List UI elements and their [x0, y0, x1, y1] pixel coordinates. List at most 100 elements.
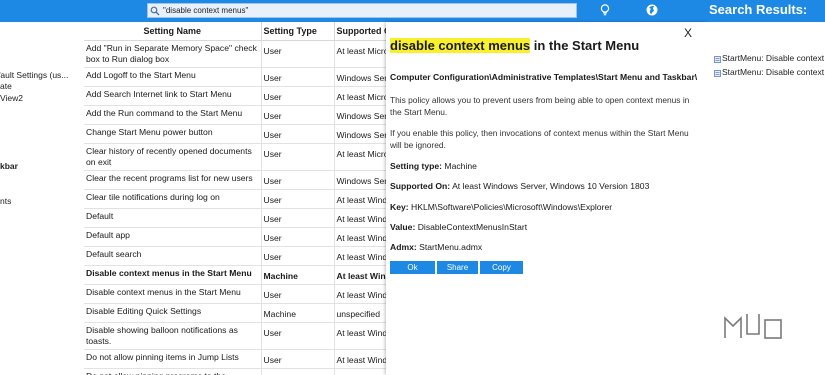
search-results-title: Search Results: [709, 2, 808, 17]
search-result-item[interactable]: StartMenu: Disable context [714, 67, 824, 77]
admx-value: StartMenu.admx [416, 242, 483, 252]
setting-name-cell: Change Start Menu power button [84, 124, 262, 144]
tree-item[interactable]: fault Settings (us... [0, 70, 68, 80]
tree-item[interactable]: ate [0, 81, 12, 91]
tree-item[interactable]: View2 [0, 93, 23, 103]
setting-type-cell: User [261, 86, 335, 106]
supported-on-cell: Windows Ser 2000 [334, 67, 386, 87]
tree-item[interactable]: nts [0, 196, 11, 206]
setting-name-cell: Clear history of recently opened documen… [84, 143, 262, 171]
table-row[interactable]: Disable context menus in the Start Menu U… [84, 284, 386, 304]
ok-button[interactable]: Ok [390, 261, 435, 274]
table-row[interactable]: Add Search Internet link to Start Menu Us… [84, 86, 386, 106]
supported-on-cell: At least Wind [334, 349, 386, 369]
setting-name-cell: Add "Run in Separate Memory Space" check… [84, 40, 262, 68]
policy-details-panel: X disable context menus in the Start Men… [386, 22, 708, 375]
setting-name-cell: Clear tile notifications during log on [84, 189, 262, 209]
setting-name-cell: Disable Editing Quick Settings [84, 303, 262, 323]
setting-name-cell: Disable context menus in the Start Menu [84, 265, 262, 285]
setting-type-cell: User [261, 227, 335, 247]
table-row[interactable]: Disable Editing Quick Settings Machine uns… [84, 303, 386, 323]
supported-on: Supported On: At least Windows Server, W… [390, 181, 649, 191]
setting-name-cell: Do not allow pinning programs to the [84, 368, 262, 375]
registry-value: Value: DisableContextMenusInStart [390, 222, 527, 232]
table-row[interactable]: Do not allow pinning programs to the [84, 368, 386, 375]
table-row[interactable]: Clear the recent programs list for new u… [84, 170, 386, 190]
supported-on-cell: At least Wind [334, 189, 386, 209]
supported-on-cell: At least Micro [334, 143, 386, 171]
table-row[interactable]: Default User At least Wind [84, 208, 386, 228]
supported-on-cell: unspecified [334, 303, 386, 323]
supported-on-value: At least Windows Server, Windows 10 Vers… [450, 181, 650, 191]
setting-type-cell: Machine [261, 265, 335, 285]
supported-on-cell: Windows Ser [334, 170, 386, 190]
setting-type-cell: User [261, 189, 335, 209]
supported-on-cell: At least Micro [334, 86, 386, 106]
policy-enable-description: If you enable this policy, then invocati… [390, 128, 689, 150]
registry-key: Key: HKLM\Software\Policies\Microsoft\Wi… [390, 202, 612, 212]
table-row[interactable]: Change Start Menu power button User Window… [84, 124, 386, 144]
globe-icon[interactable] [645, 3, 659, 17]
setting-name-cell: Add Search Internet link to Start Menu [84, 86, 262, 106]
registry-value-value: DisableContextMenusInStart [415, 222, 528, 232]
setting-name-cell: Do not allow pinning items in Jump Lists [84, 349, 262, 369]
setting-name-cell: Default search [84, 246, 262, 266]
supported-on-cell: At least Wind [334, 227, 386, 247]
policy-description: This policy allows you to prevent users … [390, 95, 690, 117]
setting-type-cell: User [261, 67, 335, 87]
table-row[interactable]: Default search User At least Wind [84, 246, 386, 266]
column-header-setting-name[interactable]: Setting Name [84, 22, 262, 41]
share-button[interactable]: Share [437, 261, 478, 274]
supported-on-cell: At least Wind [334, 208, 386, 228]
setting-name-cell: Default app [84, 227, 262, 247]
admx-file: Admx: StartMenu.admx [390, 242, 482, 252]
setting-name-cell: Clear the recent programs list for new u… [84, 170, 262, 190]
tree-item-selected[interactable]: kbar [0, 161, 18, 171]
table-row[interactable]: Disable showing balloon notifications as… [84, 322, 386, 350]
table-row[interactable]: Clear tile notifications during log on Us… [84, 189, 386, 209]
setting-type: Setting type: Machine [390, 161, 477, 171]
setting-name-cell: Add Logoff to the Start Menu [84, 67, 262, 87]
supported-on-cell: At least Wind [334, 322, 386, 350]
supported-on-cell: Windows Ser [334, 124, 386, 144]
close-icon[interactable]: X [684, 26, 692, 40]
setting-name-cell: Disable showing balloon notifications as… [84, 322, 262, 350]
setting-type-cell: User [261, 246, 335, 266]
category-tree: fault Settings (us... ate View2 kbar nts [0, 22, 84, 375]
settings-table: Setting Name Setting Type Supported C Ad… [84, 22, 386, 375]
supported-on-label: Supported On: [390, 181, 451, 191]
policy-icon [714, 69, 721, 77]
policy-title: disable context menus in the Start Menu [390, 38, 639, 53]
table-row[interactable]: Do not allow pinning items in Jump Lists… [84, 349, 386, 369]
policy-icon [714, 55, 721, 63]
table-row[interactable]: Clear history of recently opened documen… [84, 143, 386, 171]
setting-type-cell: User [261, 143, 335, 171]
supported-on-cell [334, 368, 386, 375]
search-result-item[interactable]: StartMenu: Disable context [714, 53, 824, 63]
setting-type-cell: User [261, 170, 335, 190]
search-input[interactable] [163, 4, 563, 17]
registry-value-label: Value: [390, 222, 416, 232]
table-row[interactable]: Default app User At least Wind [84, 227, 386, 247]
column-header-setting-type[interactable]: Setting Type [261, 22, 335, 41]
table-row[interactable]: Add Logoff to the Start Menu User Windows … [84, 67, 386, 87]
table-row[interactable]: Disable context menus in the Start Menu M… [84, 265, 386, 285]
search-box[interactable] [147, 3, 577, 18]
setting-type-cell: User [261, 284, 335, 304]
setting-type-cell: User [261, 208, 335, 228]
admx-label: Admx: [390, 242, 417, 252]
setting-type-cell: User [261, 322, 335, 350]
setting-type-cell: Machine [261, 303, 335, 323]
table-header-row: Setting Name Setting Type Supported C [84, 22, 386, 41]
table-row[interactable]: Add "Run in Separate Memory Space" check… [84, 40, 386, 68]
supported-on-cell: Windows Ser [334, 105, 386, 125]
table-row[interactable]: Add the Run command to the Start Menu Use… [84, 105, 386, 125]
setting-type-cell [261, 368, 335, 375]
registry-key-label: Key: [390, 202, 409, 212]
setting-name-cell: Add the Run command to the Start Menu [84, 105, 262, 125]
copy-button[interactable]: Copy [480, 261, 523, 274]
column-header-supported-on[interactable]: Supported C [334, 22, 386, 41]
registry-key-value: HKLM\Software\Policies\Microsoft\Windows… [408, 202, 613, 212]
muo-logo [723, 310, 785, 342]
lightbulb-icon[interactable] [598, 3, 612, 17]
